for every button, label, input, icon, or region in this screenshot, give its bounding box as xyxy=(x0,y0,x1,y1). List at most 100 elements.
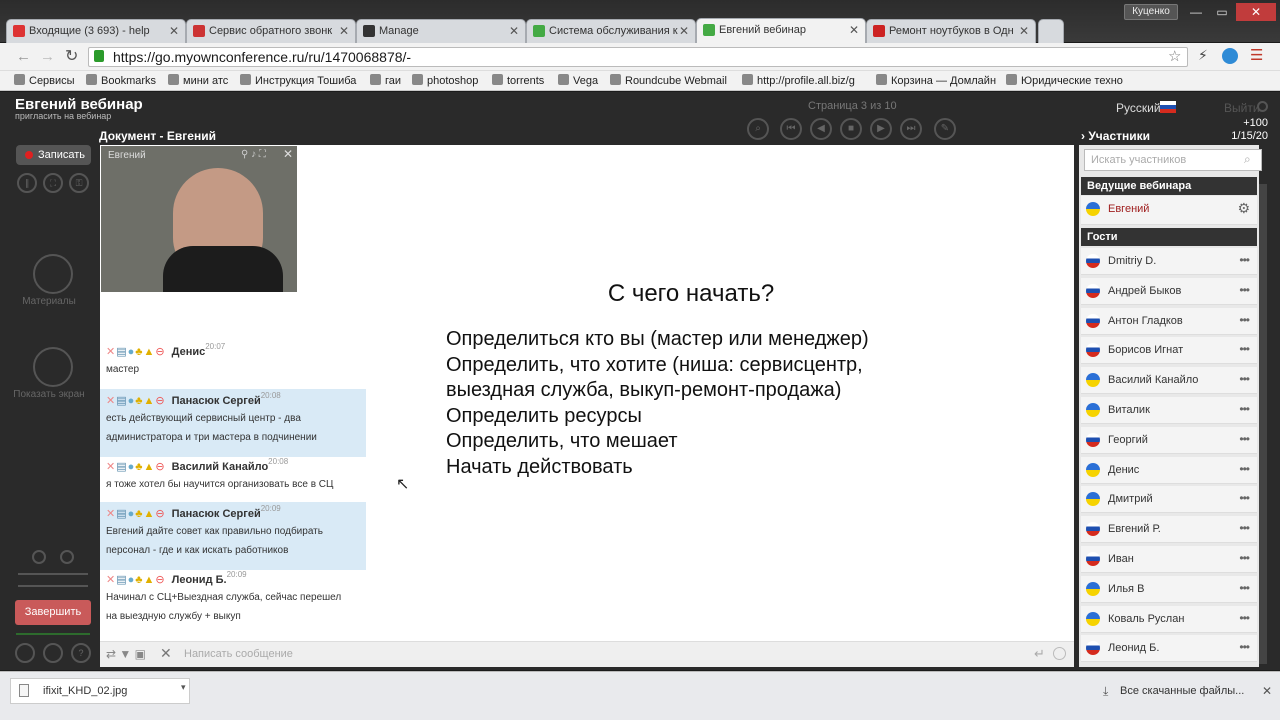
search-icon[interactable]: ⌕ xyxy=(1244,152,1251,167)
tab-3[interactable]: Система обслуживания к ✕ xyxy=(526,19,696,43)
message-input[interactable]: Написать сообщение xyxy=(184,648,293,660)
more-icon[interactable]: ••• xyxy=(1239,342,1250,356)
zoom-icon[interactable]: ⌕ xyxy=(747,118,769,140)
participant-row[interactable]: Василий Канайло ••• xyxy=(1081,367,1257,395)
participants-title[interactable]: › Участники xyxy=(1081,129,1150,143)
chat-action-icons[interactable]: ✕▤●♣▲⊖ xyxy=(106,574,166,586)
all-downloads-link[interactable]: Все скачанные файлы... xyxy=(1120,685,1244,697)
materials-icon[interactable] xyxy=(33,254,73,294)
bookmark-2[interactable]: мини атс xyxy=(168,74,228,87)
tab-5[interactable]: Ремонт ноутбуков в Одн ✕ xyxy=(866,19,1036,43)
participant-row[interactable]: Антон Гладков ••• xyxy=(1081,307,1257,335)
reload-icon[interactable]: ↻ xyxy=(65,46,78,66)
more-icon[interactable]: ••• xyxy=(1239,313,1250,327)
participant-row[interactable]: Денис ••• xyxy=(1081,456,1257,484)
tab-close-icon[interactable]: ✕ xyxy=(849,23,859,37)
first-page-icon[interactable]: ⏮ xyxy=(780,118,802,140)
bookmark-5[interactable]: photoshop xyxy=(412,74,478,87)
bookmark-7[interactable]: Vega xyxy=(558,74,598,87)
pencil-icon[interactable]: ✎ xyxy=(934,118,956,140)
pause-icon[interactable]: ∥ xyxy=(17,173,37,193)
bookmark-3[interactable]: Инструкция Тошиба xyxy=(240,74,356,87)
close-downloads-icon[interactable]: ✕ xyxy=(1262,684,1272,698)
tab-1[interactable]: Сервис обратного звонк ✕ xyxy=(186,19,356,43)
camera-settings-icon[interactable] xyxy=(32,550,46,564)
star-icon[interactable]: ☆ xyxy=(1168,47,1181,65)
participant-row[interactable]: Виталик ••• xyxy=(1081,397,1257,424)
extension-icon[interactable]: ⚡ xyxy=(1198,47,1208,64)
more-icon[interactable]: ••• xyxy=(1239,521,1250,535)
gear-icon[interactable]: ⚙ xyxy=(1237,200,1250,217)
settings-icon[interactable] xyxy=(15,643,35,663)
last-page-icon[interactable]: ⏭ xyxy=(900,118,922,140)
participants-scrollbar[interactable] xyxy=(1259,184,1267,664)
tab-4[interactable]: Евгений вебинар ✕ xyxy=(696,18,866,44)
maximize-icon[interactable]: ▭ xyxy=(1210,3,1234,21)
microphone-icon[interactable] xyxy=(60,550,74,564)
materials-label[interactable]: Материалы xyxy=(0,296,98,307)
participant-row[interactable]: Дмитрий ••• xyxy=(1081,486,1257,514)
tab-close-icon[interactable]: ✕ xyxy=(509,24,519,38)
tab-0[interactable]: Входящие (3 693) - help ✕ xyxy=(6,19,186,43)
video-controls[interactable]: ⚲ ♪ ⛶ xyxy=(241,149,266,160)
participant-row[interactable]: Андрей Быков ••• xyxy=(1081,277,1257,305)
chat-action-icons[interactable]: ✕▤●♣▲⊖ xyxy=(106,461,166,473)
bookmark-11[interactable]: Юридические техно xyxy=(1006,74,1123,87)
participant-row[interactable]: Георгий ••• xyxy=(1081,426,1257,454)
bookmark-4[interactable]: гаи xyxy=(370,74,401,87)
fullscreen-icon[interactable]: ⛶ xyxy=(43,173,63,193)
more-icon[interactable]: ••• xyxy=(1239,462,1250,476)
more-icon[interactable]: ••• xyxy=(1239,551,1250,565)
language-select[interactable]: Русский xyxy=(1116,101,1161,115)
participant-row[interactable]: Евгений ⚙ xyxy=(1081,196,1257,225)
bookmark-1[interactable]: Bookmarks xyxy=(86,74,156,87)
minimize-icon[interactable]: — xyxy=(1184,3,1208,21)
chat-tools-icons[interactable]: ⇄ ▼ ▣ xyxy=(106,647,146,661)
bookmark-9[interactable]: http://profile.all.biz/g xyxy=(742,74,855,87)
tab-close-icon[interactable]: ✕ xyxy=(169,24,179,38)
more-icon[interactable]: ••• xyxy=(1239,253,1250,267)
volume-slider[interactable] xyxy=(18,573,88,575)
power-icon[interactable] xyxy=(1257,101,1268,112)
chat-action-icons[interactable]: ✕▤●♣▲⊖ xyxy=(106,508,166,520)
bookmark-6[interactable]: torrents xyxy=(492,74,544,87)
clear-icon[interactable]: ✕ xyxy=(160,645,172,662)
profile-badge[interactable]: Куценко xyxy=(1124,4,1178,20)
more-icon[interactable]: ••• xyxy=(1239,611,1250,625)
tab-close-icon[interactable]: ✕ xyxy=(339,24,349,38)
tab-2[interactable]: Manage ✕ xyxy=(356,19,526,43)
record-button[interactable]: Записать xyxy=(16,145,91,165)
extension-icon-2[interactable] xyxy=(1222,48,1238,64)
participant-row[interactable]: Евгений Р. ••• xyxy=(1081,516,1257,544)
participant-row[interactable]: Коваль Руслан ••• xyxy=(1081,605,1257,633)
lock-room-icon[interactable]: ⚿ xyxy=(69,173,89,193)
tab-close-icon[interactable]: ✕ xyxy=(679,24,689,38)
help-icon[interactable]: ? xyxy=(71,643,91,663)
close-window-icon[interactable]: ✕ xyxy=(1236,3,1276,21)
more-icon[interactable]: ••• xyxy=(1239,283,1250,297)
bookmark-8[interactable]: Roundcube Webmail xyxy=(610,74,727,87)
download-menu-icon[interactable]: ▾ xyxy=(181,682,186,693)
more-icon[interactable]: ••• xyxy=(1239,372,1250,386)
show-screen-label[interactable]: Показать экран xyxy=(0,389,98,400)
emoji-icon[interactable] xyxy=(1053,647,1066,660)
compass-icon[interactable] xyxy=(43,643,63,663)
exit-button[interactable]: Выйти xyxy=(1224,101,1260,115)
chat-action-icons[interactable]: ✕▤●♣▲⊖ xyxy=(106,346,166,358)
more-icon[interactable]: ••• xyxy=(1239,640,1250,654)
next-page-icon[interactable]: ▶ xyxy=(870,118,892,140)
more-icon[interactable]: ••• xyxy=(1239,491,1250,505)
invite-link[interactable]: пригласить на вебинар xyxy=(15,111,111,121)
more-icon[interactable]: ••• xyxy=(1239,402,1250,416)
download-item[interactable]: ifixit_KHD_02.jpg xyxy=(10,678,190,704)
more-icon[interactable]: ••• xyxy=(1239,581,1250,595)
bookmark-0[interactable]: Сервисы xyxy=(14,74,75,87)
chat-action-icons[interactable]: ✕▤●♣▲⊖ xyxy=(106,395,166,407)
prev-page-icon[interactable]: ◀ xyxy=(810,118,832,140)
participant-row[interactable]: Илья В ••• xyxy=(1081,575,1257,603)
participant-row[interactable]: Леонид Б. ••• xyxy=(1081,635,1257,663)
address-bar[interactable]: https://go.myownconference.ru/ru/1470068… xyxy=(88,47,1188,67)
close-video-icon[interactable]: ✕ xyxy=(283,147,293,161)
back-icon[interactable]: ← xyxy=(16,48,31,65)
menu-icon[interactable]: ☰ xyxy=(1250,46,1263,64)
